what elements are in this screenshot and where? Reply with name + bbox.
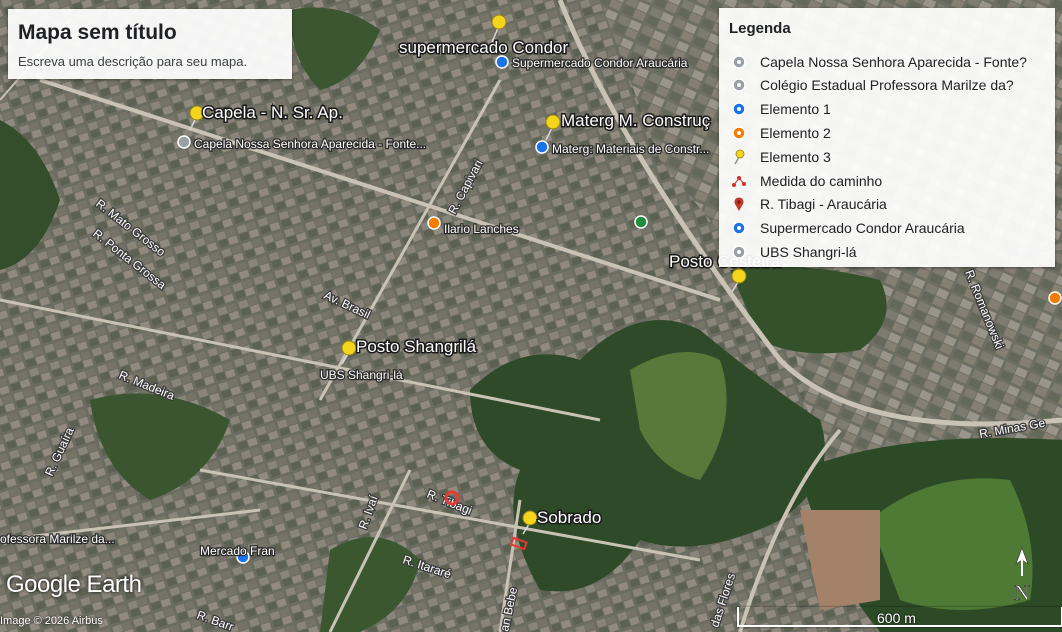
store-icon[interactable] xyxy=(1048,291,1062,305)
place-marker[interactable]: UBS Shangri-lá xyxy=(319,367,405,384)
blue-circle-pin-icon xyxy=(732,102,746,116)
legend-item[interactable]: UBS Shangri-lá xyxy=(727,241,1051,263)
svg-text:ofessora Marilze da...: ofessora Marilze da... xyxy=(0,532,115,546)
svg-text:N: N xyxy=(1014,580,1030,605)
legend-item[interactable]: R. Tibagi - Araucária xyxy=(727,193,1051,215)
svg-text:Mercado Fran: Mercado Fran xyxy=(200,544,275,558)
orange-circle-pin-icon xyxy=(732,126,746,140)
gray-circle-pin-icon xyxy=(732,245,746,259)
svg-text:UBS Shangri-lá: UBS Shangri-lá xyxy=(320,368,403,382)
legend-item[interactable]: Supermercado Condor Araucária xyxy=(727,217,1051,239)
scale-bar-label: 600 m xyxy=(877,610,916,626)
map-title-panel[interactable]: Mapa sem título Escreva uma descrição pa… xyxy=(8,9,292,79)
park-icon[interactable] xyxy=(634,215,648,229)
map-description[interactable]: Escreva uma descrição para seu mapa. xyxy=(18,54,247,69)
svg-text:Materg M. Construç: Materg M. Construç xyxy=(561,111,711,130)
place-marker[interactable]: Materg: Materiais de Constr... xyxy=(535,140,711,157)
legend-item[interactable]: Capela Nossa Senhora Aparecida - Fonte? xyxy=(727,51,1051,73)
scale-bar: 600 m xyxy=(737,607,1062,627)
gray-circle-pin-icon xyxy=(732,55,746,69)
legend-item[interactable]: Elemento 1 xyxy=(727,98,1051,120)
svg-text:Capela - N. Sr. Ap.: Capela - N. Sr. Ap. xyxy=(202,103,343,122)
svg-text:Capela Nossa Senhora Aparecida: Capela Nossa Senhora Aparecida - Fonte..… xyxy=(194,137,426,151)
yellow-pushpin-icon xyxy=(734,149,745,165)
svg-text:Posto Shangrilá: Posto Shangrilá xyxy=(356,337,477,356)
north-arrow-icon: N xyxy=(1014,547,1030,605)
place-marker[interactable]: ofessora Marilze da... xyxy=(0,531,116,548)
north-arrow-compass[interactable]: N xyxy=(1008,546,1036,606)
legend-item[interactable]: Colégio Estadual Professora Marilze da? xyxy=(727,74,1051,96)
place-marker[interactable]: Supermercado Condor Araucária xyxy=(495,55,689,71)
svg-text:supermercado Condor: supermercado Condor xyxy=(399,38,568,57)
legend-panel: Legenda Capela Nossa Senhora Aparecida -… xyxy=(719,8,1055,267)
svg-text:Materg: Materiais de Constr...: Materg: Materiais de Constr... xyxy=(552,142,709,156)
legend-item[interactable]: Medida do caminho xyxy=(727,170,1051,192)
legend-item[interactable]: Elemento 2 xyxy=(727,122,1051,144)
imagery-credit: Image © 2026 Airbus xyxy=(0,615,103,627)
place-marker[interactable]: Capela Nossa Senhora Aparecida - Fonte..… xyxy=(177,135,427,152)
red-placemark-icon xyxy=(734,197,744,211)
google-earth-logo: Google Earth xyxy=(6,571,142,598)
legend-title: Legenda xyxy=(729,20,791,37)
gray-circle-pin-icon xyxy=(732,78,746,92)
path-measure-icon xyxy=(732,176,746,187)
map-title[interactable]: Mapa sem título xyxy=(18,21,177,45)
legend-item[interactable]: Elemento 3 xyxy=(727,146,1051,168)
svg-text:Supermercado Condor Araucária: Supermercado Condor Araucária xyxy=(512,56,688,70)
svg-text:Sobrado: Sobrado xyxy=(537,508,601,527)
blue-circle-pin-icon xyxy=(732,221,746,235)
svg-text:Ilario Lanches: Ilario Lanches xyxy=(444,222,519,236)
